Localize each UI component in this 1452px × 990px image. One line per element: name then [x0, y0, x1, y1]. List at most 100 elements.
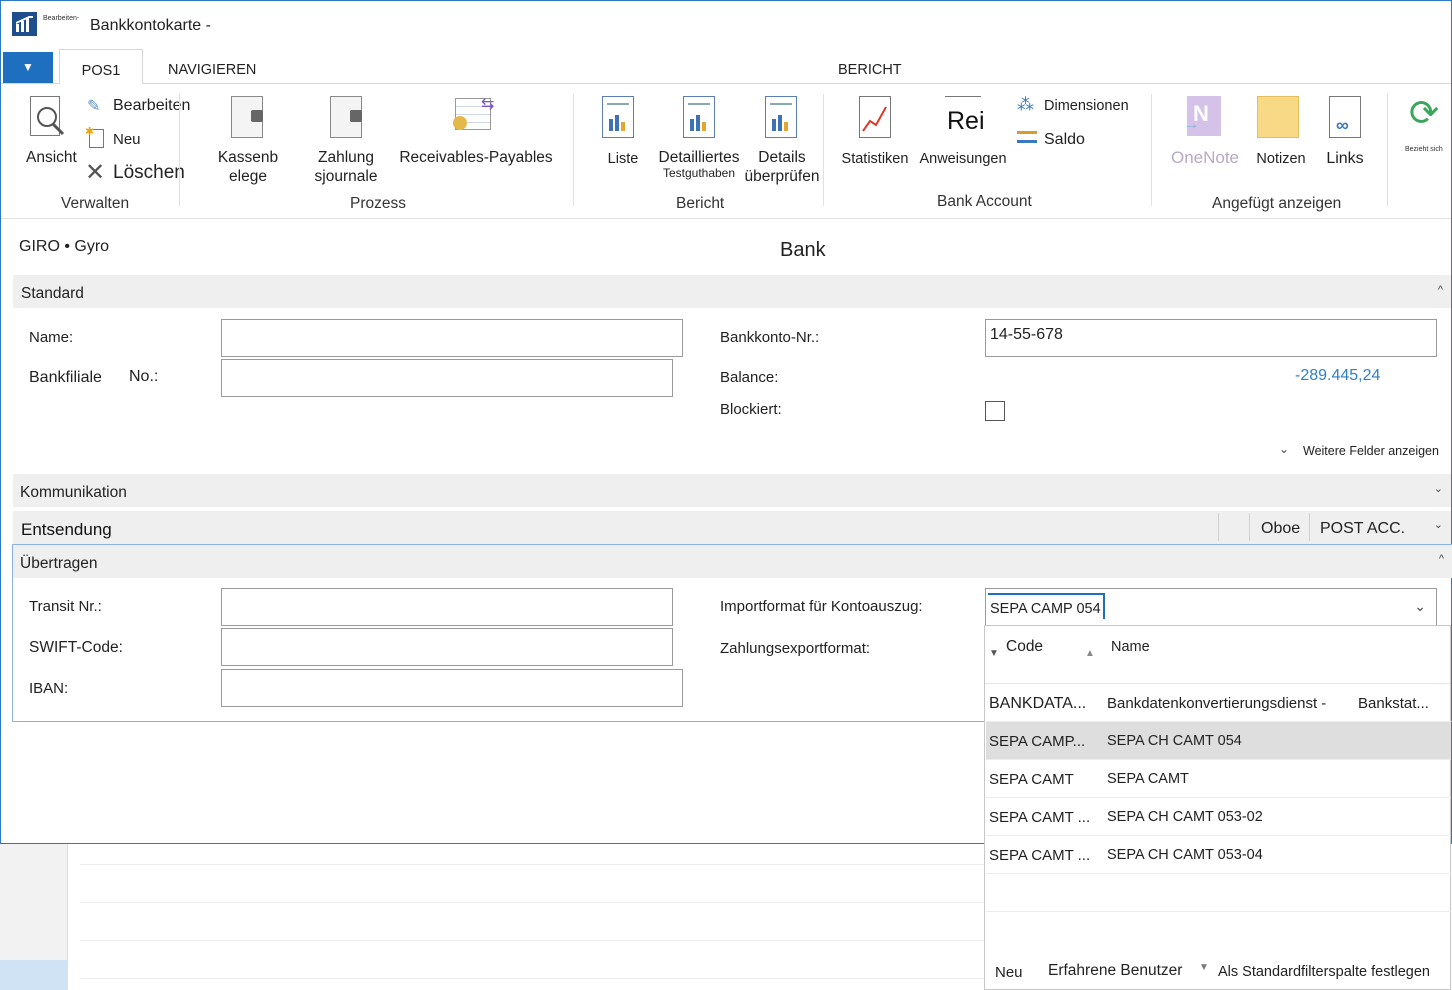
tab-bericht[interactable]: BERICHT — [838, 49, 902, 84]
background-row-divider — [80, 902, 985, 903]
weitere-felder-link[interactable]: ⌄ Weitere Felder anzeigen — [1279, 442, 1444, 461]
dropdown-row[interactable]: SEPA CAMT ... SEPA CH CAMT 053-04 — [986, 836, 1451, 874]
filter-icon: ▼ — [1199, 962, 1209, 973]
iban-label: IBAN: — [29, 680, 69, 697]
refresh-icon: ⟳ — [1409, 92, 1440, 133]
links-button[interactable]: ∞ Links — [1319, 94, 1371, 174]
delete-x-icon: ✕ — [85, 159, 106, 186]
name-field[interactable] — [221, 319, 683, 357]
bankkonto-nr-field[interactable]: 14-55-678 — [985, 319, 1437, 357]
entsendung-post-acc-value: POST ACC. — [1320, 520, 1406, 537]
ribbon-separator — [1387, 94, 1388, 206]
wallet-document-icon — [231, 96, 263, 138]
set-default-filter-column-button[interactable]: Als Standardfilterspalte festlegen — [1218, 964, 1430, 980]
onenote-button[interactable]: N → OneNote — [1165, 94, 1245, 174]
application-menu-button[interactable]: ▼ — [3, 52, 53, 83]
column-header-code[interactable]: Code — [1006, 638, 1043, 656]
bankkonto-nr-label: Bankkonto-Nr.: — [720, 329, 820, 346]
section-header-standard[interactable]: Standard ^ — [13, 275, 1451, 308]
advanced-users-button[interactable]: Erfahrene Benutzer — [1048, 962, 1182, 980]
entsendung-oboe-value: Oboe — [1261, 520, 1301, 537]
page-title: Bank — [780, 239, 826, 261]
ribbon-separator — [573, 94, 574, 206]
receivables-table-icon: ⇆ — [453, 94, 501, 130]
zahlungsexportformat-label: Zahlungsexportformat: — [720, 640, 871, 657]
new-star-icon: ✱ — [85, 126, 95, 138]
ribbon-separator — [823, 94, 824, 206]
balance-scale-icon — [1017, 131, 1037, 143]
receivables-payables-button[interactable]: ⇆ Receivables-Payables — [393, 92, 559, 172]
name-label: Name: — [29, 329, 74, 346]
importformat-label: Importformat für Kontoauszug: — [720, 598, 923, 615]
blockiert-checkbox[interactable] — [985, 401, 1005, 421]
bankfiliale-no-label: No.: — [129, 368, 159, 385]
section-header-kommunikation[interactable]: Kommunikation ⌄ — [13, 474, 1451, 507]
title-bar: Bearbeiten- Bankkontokarte - — [1, 1, 1451, 49]
dimensionen-button[interactable]: ⁂ Dimensionen — [1017, 95, 1137, 118]
ansicht-button[interactable]: Ansicht — [23, 94, 83, 169]
dropdown-header: ▼ Code ▲ Name — [985, 626, 1450, 684]
chevron-down-icon: ⌄ — [1433, 483, 1443, 495]
group-label-verwalten: Verwalten — [61, 195, 130, 212]
bankfiliale-no-field[interactable] — [221, 359, 673, 397]
refresh-button[interactable]: ⟳ Bezieht sich — [1401, 92, 1451, 154]
dropdown-row-selected[interactable]: SEPA CAMP... SEPA CH CAMT 054 — [986, 722, 1451, 760]
details-ueberpruefen-button[interactable]: Details überprüfen — [741, 94, 823, 186]
notizen-button[interactable]: Notizen — [1253, 94, 1311, 174]
sort-ascending-icon[interactable]: ▲ — [1085, 648, 1095, 659]
tab-navigieren[interactable]: NAVIGIEREN — [168, 49, 256, 84]
detailliertes-testguthaben-button[interactable]: Detailliertes Testguthaben — [653, 94, 745, 184]
chevron-down-icon[interactable]: ⌄ — [1414, 598, 1426, 615]
section-header-uebertragen[interactable]: Übertragen ^ — [13, 545, 1452, 578]
record-identifier: GIRO • Gyro — [19, 238, 110, 255]
zahlungsjournale-button[interactable]: Zahlung sjournale — [308, 94, 384, 186]
section-header-entsendung[interactable]: Entsendung Oboe POST ACC. ⌄ — [13, 511, 1451, 544]
background-selected-item — [0, 960, 68, 990]
bearbeiten-button[interactable]: ✎ Bearbeiten — [87, 96, 197, 118]
dropdown-row[interactable]: SEPA CAMT SEPA CAMT — [986, 760, 1451, 798]
neu-button[interactable]: ✱ Neu — [85, 126, 167, 151]
bankfiliale-label: Bankfiliale — [29, 369, 102, 386]
chevron-down-icon: ⌄ — [1279, 442, 1290, 456]
importformat-input-text[interactable]: SEPA CAMP 054 — [988, 593, 1105, 619]
group-label-prozess: Prozess — [350, 195, 406, 212]
group-label-bank-account: Bank Account — [937, 193, 1032, 210]
report-chart-icon — [602, 96, 634, 138]
window-title: Bankkontokarte - — [90, 17, 211, 34]
balance-value[interactable]: -289.445,24 — [1295, 367, 1380, 385]
dropdown-new-button[interactable]: Neu — [995, 964, 1023, 981]
statistiken-button[interactable]: Statistiken — [837, 94, 913, 174]
onenote-icon: N → — [1183, 96, 1221, 136]
dropdown-row[interactable]: BANKDATA... Bankdatenkonvertierungsdiens… — [986, 684, 1451, 722]
report-chart-icon — [765, 96, 797, 138]
swift-code-field[interactable] — [221, 628, 673, 666]
sticky-note-icon — [1257, 96, 1299, 138]
kassenbelege-button[interactable]: Kassenb elege — [213, 94, 283, 186]
chevron-up-icon: ^ — [1438, 553, 1444, 565]
column-header-name[interactable]: Name — [1111, 639, 1150, 655]
anweisungen-button[interactable]: Rei Anweisungen — [915, 94, 1011, 174]
liste-report-button[interactable]: Liste — [598, 94, 648, 174]
filter-icon[interactable]: ▼ — [989, 648, 999, 659]
transit-nr-field[interactable] — [221, 588, 673, 626]
wallet-document-icon — [330, 96, 362, 138]
dimensions-icon: ⁂ — [1017, 95, 1034, 114]
dropdown-row[interactable]: SEPA CAMT ... SEPA CH CAMT 053-02 — [986, 798, 1451, 836]
view-icon — [30, 96, 65, 136]
background-row-divider — [80, 978, 985, 979]
dropdown-empty-row — [986, 912, 1451, 950]
chevron-up-icon: ^ — [1437, 284, 1443, 296]
dynamics-logo-icon — [12, 12, 37, 36]
ribbon-tab-bar: ▼ POS1 NAVIGIEREN BERICHT — [1, 49, 1451, 85]
ribbon: Ansicht ✎ Bearbeiten ✱ Neu ✕ Löschen Ver… — [1, 84, 1451, 219]
statistics-chart-icon — [859, 96, 891, 138]
importformat-select[interactable]: SEPA CAMP 054 ⌄ — [985, 588, 1437, 626]
instructions-document-icon: Rei — [945, 96, 985, 138]
saldo-button[interactable]: Saldo — [1017, 129, 1107, 151]
report-chart-icon — [683, 96, 715, 138]
blockiert-label: Blockiert: — [720, 401, 782, 418]
group-label-bericht: Bericht — [676, 195, 725, 212]
swift-code-label: SWIFT-Code: — [29, 639, 123, 656]
tab-pos1[interactable]: POS1 — [59, 49, 143, 85]
iban-field[interactable] — [221, 669, 683, 707]
